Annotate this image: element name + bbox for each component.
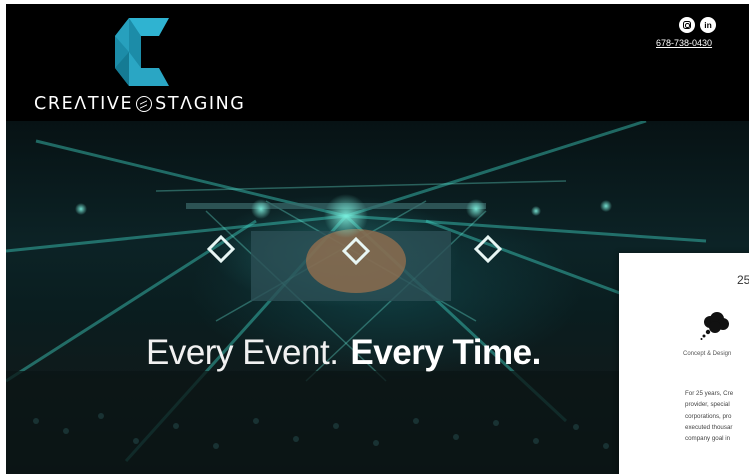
instagram-icon[interactable] [679,17,695,33]
hero-tagline: Every Event. Every Time. [146,333,541,373]
panel-text-line: executed thousar [685,423,733,431]
brand-text-a: Λ [74,94,88,114]
brand-text-3: ST [155,94,181,114]
panel-text-line: corporations, pro [685,412,732,420]
phone-link[interactable]: 678-738-0430 [656,38,712,48]
panel-description: For 25 years, Cre provider, special corp… [685,388,749,444]
panel-heading: 25 [737,273,749,287]
thought-cloud-icon [700,312,729,340]
services-panel: 25 Concept & Design For 25 years, Cre pr… [619,253,749,474]
brand-text-2: TIVE [87,94,134,114]
tagline-light: Every Event. [146,333,339,372]
page: CRE Λ TIVE ST Λ GING in 678-738-0430 Eve… [0,0,749,474]
tagline-bold: Every Time. [350,333,541,372]
brand-text-4: GING [193,94,246,114]
panel-text-line: company goal in [685,435,731,443]
brand-text-1: CRE [34,94,75,114]
brand-separator-icon [136,96,153,112]
logo-c-icon[interactable] [107,16,177,88]
site-header: CRE Λ TIVE ST Λ GING in 678-738-0430 [6,4,749,121]
linkedin-icon[interactable]: in [700,17,716,33]
brand-wordmark[interactable]: CRE Λ TIVE ST Λ GING [34,94,245,114]
brand-text-a2: Λ [180,94,194,114]
panel-text-line: provider, special [685,401,730,409]
panel-text-line: For 25 years, Cre [685,390,734,397]
service-label: Concept & Design [683,351,732,357]
